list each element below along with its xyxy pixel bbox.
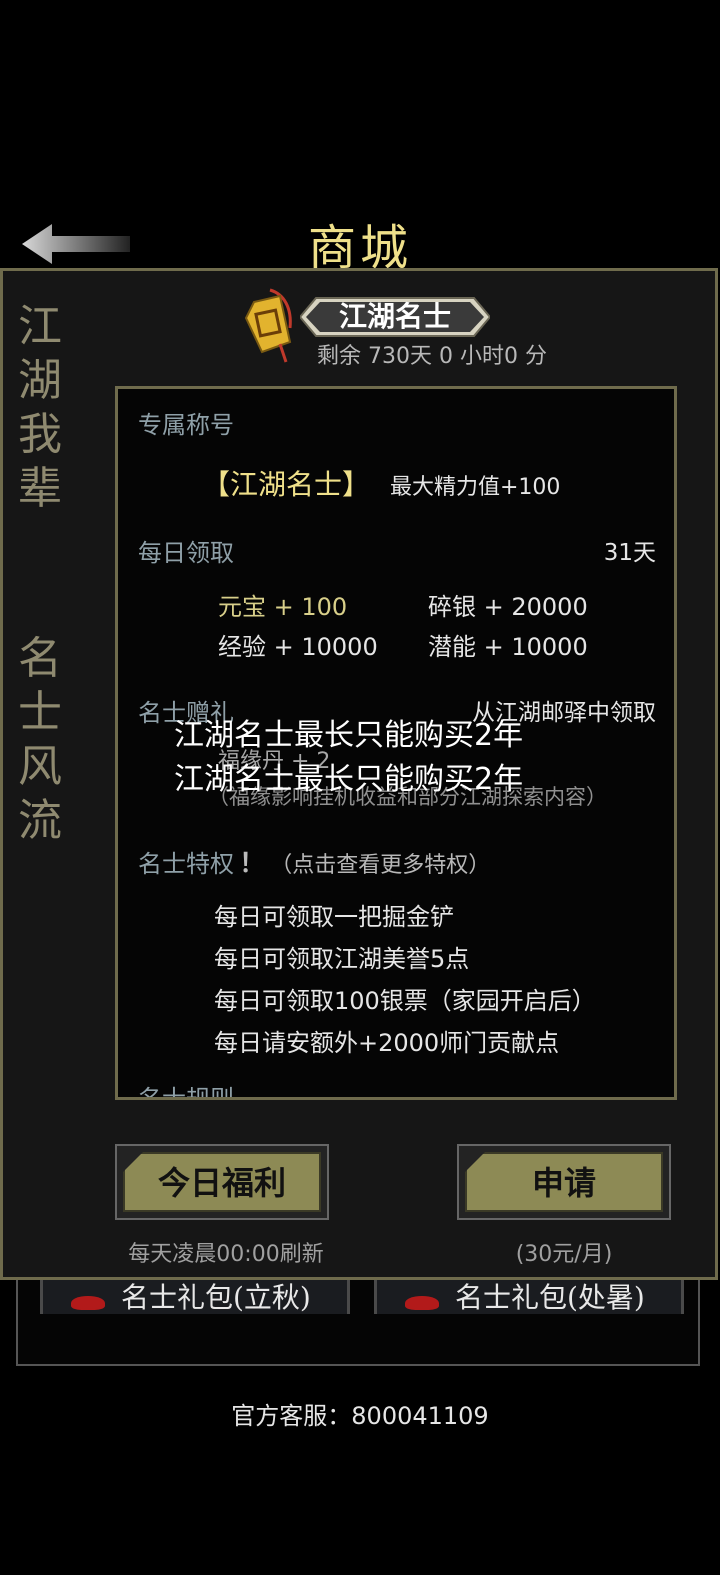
privilege-hint: （点击查看更多特权）	[270, 853, 491, 878]
daily-yuanbao: 元宝 + 100	[218, 593, 348, 621]
slogan-char: 江	[18, 301, 62, 352]
daily-welfare-label: 今日福利	[157, 1164, 286, 1202]
section-daily-label: 每日领取	[138, 539, 234, 567]
gift-card-label: 名士礼包(处暑)	[455, 1281, 645, 1314]
gift-card-liqiu[interactable]: 名士礼包(立秋)	[40, 1278, 350, 1314]
exclamation-icon: ！	[239, 849, 266, 879]
apply-label: 申请	[531, 1164, 596, 1202]
slogan-char: 辈	[18, 463, 62, 514]
exclusive-title: 【江湖名士】	[202, 468, 371, 501]
title-bonus: 最大精力值+100	[390, 475, 561, 500]
remaining-time: 剩余 730天 0 小时0 分	[317, 344, 547, 369]
section-rules-label: 名士规则	[138, 1085, 234, 1100]
membership-name: 江湖名士	[338, 300, 451, 333]
daily-qianneng: 潜能 + 10000	[428, 633, 588, 661]
price-caption: (30元/月)	[515, 1242, 613, 1267]
red-pouch-icon	[71, 1296, 105, 1310]
toast-message: 江湖名士最长只能购买2年	[174, 762, 524, 797]
privilege-item: 每日可领取100银票（家园开启后）	[214, 987, 596, 1015]
toast-message: 江湖名士最长只能购买2年	[174, 718, 524, 753]
privilege-item: 每日可领取一把掘金铲	[214, 903, 454, 931]
slogan-char: 流	[18, 795, 62, 846]
gift-card-chushu[interactable]: 名士礼包(处暑)	[374, 1278, 684, 1314]
privilege-header[interactable]: 名士特权 ！ （点击查看更多特权）	[138, 843, 490, 880]
slogan-char: 风	[18, 741, 62, 792]
gift-card-label: 名士礼包(立秋)	[121, 1281, 311, 1314]
slogan-char: 我	[18, 409, 62, 460]
membership-token-icon	[244, 288, 292, 363]
slogan-char: 士	[18, 687, 62, 738]
daily-jingyan: 经验 + 10000	[218, 633, 378, 661]
red-pouch-icon	[405, 1296, 439, 1310]
privilege-item: 每日可领取江湖美誉5点	[214, 945, 470, 973]
slogan-char: 湖	[18, 355, 62, 406]
daily-days: 31天	[603, 540, 656, 566]
side-slogan-bottom: 名 士 风 流	[10, 632, 70, 848]
privilege-item: 每日请安额外+2000师门贡献点	[214, 1029, 560, 1057]
customer-service: 官方客服：800041109	[231, 1402, 489, 1430]
section-title-label: 专属称号	[138, 411, 234, 439]
refresh-caption: 每天凌晨00:00刷新	[128, 1242, 324, 1267]
section-privilege-label: 名士特权	[138, 850, 234, 878]
side-slogan-top: 江 湖 我 辈	[10, 300, 70, 516]
slogan-char: 名	[18, 633, 62, 684]
daily-welfare-button[interactable]: 今日福利	[115, 1144, 329, 1220]
daily-suiyin: 碎银 + 20000	[428, 593, 588, 621]
apply-button[interactable]: 申请	[457, 1144, 671, 1220]
